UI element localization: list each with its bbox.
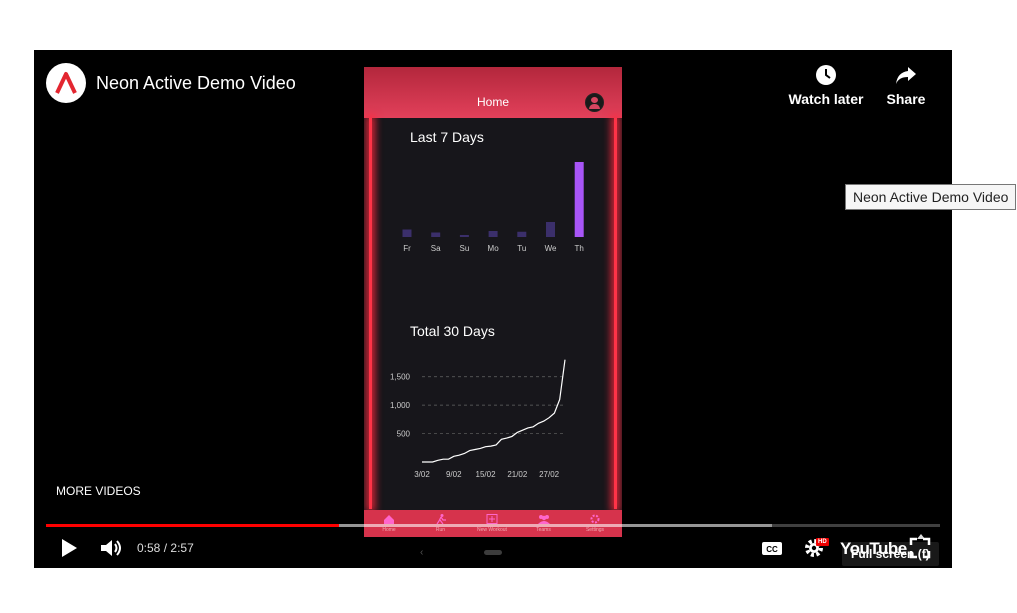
video-title[interactable]: Neon Active Demo Video [96, 73, 296, 94]
x-tick-label: 27/02 [539, 470, 560, 479]
total-30-days-line-chart: 500 1,000 1,500 3/02 9/02 15/02 21/02 27/02 [390, 359, 566, 479]
app-header-title: Home [476, 95, 509, 109]
channel-logo[interactable] [46, 63, 86, 103]
bar-Sa [431, 232, 441, 237]
home-icon [384, 515, 394, 524]
neon-logo-icon [55, 72, 77, 94]
runner-icon [436, 514, 446, 524]
bar-Fr [402, 229, 412, 237]
time-display: 0:58 / 2:57 [137, 541, 194, 555]
share-label: Share [886, 91, 926, 107]
gesture-back-icon: ‹ [420, 547, 424, 558]
share-arrow-icon [896, 67, 916, 84]
bar-Su [459, 235, 469, 237]
last-7-days-title: Last 7 Days [410, 129, 484, 145]
fullscreen-icon [909, 537, 931, 559]
subtitles-button[interactable]: CC [761, 536, 783, 565]
bar-label-Mo: Mo [488, 244, 500, 253]
mute-button[interactable] [98, 536, 124, 565]
watch-later-button[interactable]: Watch later [786, 64, 866, 107]
progress-played [46, 524, 340, 527]
x-tick-label: 9/02 [446, 470, 462, 479]
bar-Tu [517, 231, 527, 237]
play-icon [62, 539, 77, 557]
bar-label-Tu: Tu [517, 244, 526, 253]
svg-text:CC: CC [766, 545, 778, 554]
y-tick-label: 1,500 [390, 373, 411, 382]
hd-badge: HD [816, 538, 829, 546]
x-tick-label: 21/02 [507, 470, 528, 479]
nav-label: Run [435, 527, 446, 533]
x-tick-label: 15/02 [476, 470, 497, 479]
fullscreen-button[interactable] [908, 536, 932, 565]
y-tick-label: 500 [397, 430, 411, 439]
bar-label-Fr: Fr [403, 244, 411, 253]
bar-label-Su: Su [460, 244, 470, 253]
bar-We [546, 222, 555, 237]
nav-label: Teams [536, 527, 551, 533]
duration: 2:57 [170, 541, 194, 555]
plus-box-icon [486, 514, 498, 524]
nav-label: New Workout [477, 527, 507, 533]
app-header: Home [364, 67, 622, 118]
bar-Th [574, 162, 584, 237]
account-icon [585, 93, 604, 112]
share-button[interactable]: Share [866, 64, 946, 107]
total-line-series [422, 359, 566, 463]
bar-label-Sa: Sa [431, 244, 441, 253]
x-tick-label: 3/02 [414, 470, 430, 479]
people-icon [537, 515, 550, 524]
phone-screen: Home Last 7 Days Fr Sa Su Mo Tu We Th Total 30… [364, 67, 622, 537]
volume-icon [101, 540, 121, 556]
current-time: 0:58 [137, 541, 161, 555]
browser-title-tooltip: Neon Active Demo Video [845, 184, 1017, 210]
time-separator: / [163, 541, 168, 555]
last-7-days-bar-chart: Fr Sa Su Mo Tu We Th [402, 162, 584, 253]
bar-Mo [488, 231, 498, 237]
y-tick-label: 1,000 [390, 401, 411, 410]
watch-later-label: Watch later [788, 91, 864, 107]
total-30-days-title: Total 30 Days [410, 323, 495, 339]
youtube-logo[interactable]: YouTube [840, 539, 907, 559]
play-button[interactable] [58, 536, 80, 565]
subtitles-icon: CC [762, 542, 782, 555]
bar-label-We: We [545, 244, 557, 253]
nav-label: Settings [585, 527, 605, 533]
more-videos-button[interactable]: MORE VIDEOS [56, 484, 141, 498]
gear-icon [590, 514, 600, 524]
progress-bar[interactable] [46, 524, 940, 527]
gesture-home-pill [484, 550, 502, 555]
video-player[interactable]: Home Last 7 Days Fr Sa Su Mo Tu We Th Total 30… [34, 50, 952, 568]
nav-label: Home [382, 527, 396, 533]
clock-icon [816, 65, 836, 85]
bar-label-Th: Th [575, 244, 584, 253]
